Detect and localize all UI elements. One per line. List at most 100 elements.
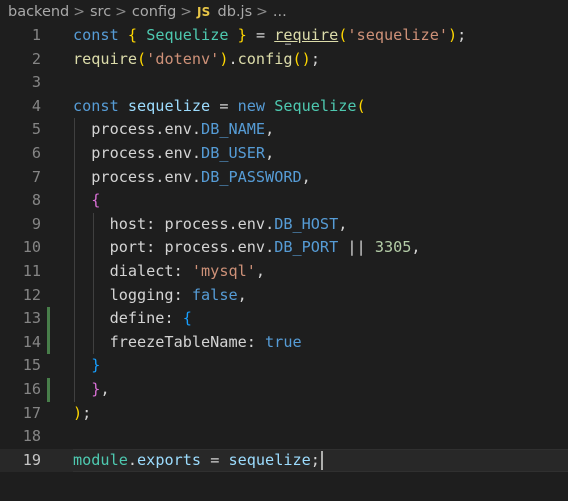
- code-token: {: [91, 191, 101, 210]
- breadcrumb-file[interactable]: db.js: [218, 4, 253, 20]
- code-token: 'sequelize': [347, 26, 448, 44]
- code-token: ,: [338, 214, 348, 233]
- code-line[interactable]: 19 module.exports = sequelize;: [0, 448, 568, 473]
- line-number: 7: [31, 167, 41, 186]
- code-line[interactable]: 9 host: process.env.DB_HOST,: [0, 212, 568, 237]
- code-token: ,: [265, 120, 275, 139]
- code-token: :: [173, 261, 192, 280]
- chevron-right-icon: >: [115, 4, 127, 20]
- breadcrumb-symbol-ellipsis[interactable]: ...: [273, 4, 287, 20]
- code-token: const: [73, 26, 119, 44]
- code-token: DB_PORT: [274, 238, 339, 257]
- code-token: .: [228, 214, 238, 233]
- code-text: define: {: [73, 307, 192, 331]
- line-number: 13: [22, 309, 41, 328]
- code-token: ): [73, 403, 83, 422]
- code-token: DB_USER: [201, 143, 266, 162]
- line-number: 6: [31, 143, 41, 162]
- breadcrumb-folder-config[interactable]: config: [132, 4, 176, 20]
- breadcrumb-folder-src[interactable]: src: [90, 4, 111, 20]
- code-token: ;: [310, 450, 320, 469]
- code-text: const { Sequelize } = require('sequelize…: [73, 24, 466, 48]
- line-number: 16: [22, 379, 41, 398]
- code-token: env: [237, 238, 266, 257]
- code-line[interactable]: 15 }: [0, 354, 568, 378]
- code-token: process: [73, 167, 156, 186]
- git-modified-marker[interactable]: [47, 307, 50, 331]
- code-token: :: [173, 285, 192, 304]
- line-number: 17: [22, 403, 41, 422]
- code-token: port: [73, 238, 147, 257]
- code-line[interactable]: 12 logging: false,: [0, 283, 568, 308]
- code-token: ||: [338, 238, 375, 257]
- code-line[interactable]: 6 process.env.DB_USER,: [0, 141, 568, 166]
- code-token: =: [246, 26, 275, 44]
- code-lines[interactable]: 1 const { Sequelize } = require('sequeliz…: [0, 24, 568, 473]
- line-number: 5: [31, 120, 41, 139]
- code-text: module.exports = sequelize;: [73, 449, 323, 473]
- code-editor[interactable]: backend > src > config > JS db.js > ... …: [0, 0, 568, 501]
- code-line[interactable]: 18: [0, 425, 568, 449]
- code-token: config: [237, 49, 293, 68]
- code-line[interactable]: 2 require('dotenv').config();: [0, 48, 568, 72]
- code-token: module: [73, 450, 128, 469]
- code-token: require: [73, 49, 138, 68]
- code-token: Sequelize: [274, 96, 357, 115]
- code-token: new: [237, 96, 266, 115]
- git-modified-marker[interactable]: [47, 330, 50, 355]
- code-text: process.env.DB_NAME,: [73, 118, 274, 142]
- code-line[interactable]: 17);: [0, 402, 568, 426]
- line-number: 3: [31, 73, 41, 92]
- code-text: );: [73, 402, 91, 426]
- code-line[interactable]: 8 {: [0, 189, 568, 213]
- code-token: require: [274, 26, 339, 44]
- chevron-right-icon: >: [256, 4, 268, 20]
- code-line[interactable]: 14 freezeTableName: true: [0, 330, 568, 355]
- code-line[interactable]: 11 dialect: 'mysql',: [0, 259, 568, 284]
- code-token: DB_HOST: [274, 214, 339, 233]
- code-token: Sequelize: [146, 26, 229, 44]
- code-token: 'dotenv': [146, 49, 220, 68]
- code-text: require('dotenv').config();: [73, 48, 320, 72]
- code-token: ,: [411, 238, 421, 257]
- code-token: false: [191, 285, 238, 304]
- code-line[interactable]: 4 const sequelize = new Sequelize(: [0, 95, 568, 119]
- git-modified-marker[interactable]: [47, 377, 50, 402]
- code-token: .: [191, 167, 202, 186]
- line-number: 11: [22, 261, 41, 280]
- code-text: process.env.DB_PASSWORD,: [73, 166, 311, 190]
- code-token: process: [164, 214, 229, 233]
- code-token: ,: [265, 143, 275, 162]
- code-text: process.env.DB_USER,: [73, 142, 274, 166]
- code-line[interactable]: 10 port: process.env.DB_PORT || 3305,: [0, 236, 568, 260]
- code-token: ,: [255, 261, 266, 280]
- code-token: {: [182, 309, 192, 328]
- chevron-right-icon: >: [73, 4, 85, 20]
- code-token: ,: [301, 167, 311, 186]
- code-line[interactable]: 16 },: [0, 377, 568, 402]
- code-line[interactable]: 7 process.env.DB_PASSWORD,: [0, 165, 568, 190]
- code-token: DB_NAME: [201, 120, 266, 139]
- code-token: :: [146, 214, 165, 233]
- code-line[interactable]: 1 const { Sequelize } = require('sequeliz…: [0, 24, 568, 48]
- code-token: true: [265, 332, 302, 351]
- code-token: logging: [73, 285, 174, 304]
- code-line[interactable]: 13 define: {: [0, 307, 568, 331]
- code-token: }: [91, 356, 101, 375]
- code-token: {: [127, 26, 138, 44]
- code-line[interactable]: 3: [0, 71, 568, 95]
- code-token: }: [237, 26, 247, 44]
- code-line[interactable]: 5 process.env.DB_NAME,: [0, 118, 568, 142]
- line-number: 4: [31, 96, 41, 115]
- code-token: process: [164, 238, 229, 257]
- breadcrumb-folder-backend[interactable]: backend: [8, 4, 69, 20]
- code-token: freezeTableName: [73, 332, 247, 351]
- code-token: const: [73, 96, 119, 115]
- code-text: logging: false,: [73, 284, 247, 308]
- quick-fix-hint-icon[interactable]: …: [285, 38, 291, 48]
- line-number: 10: [22, 238, 41, 257]
